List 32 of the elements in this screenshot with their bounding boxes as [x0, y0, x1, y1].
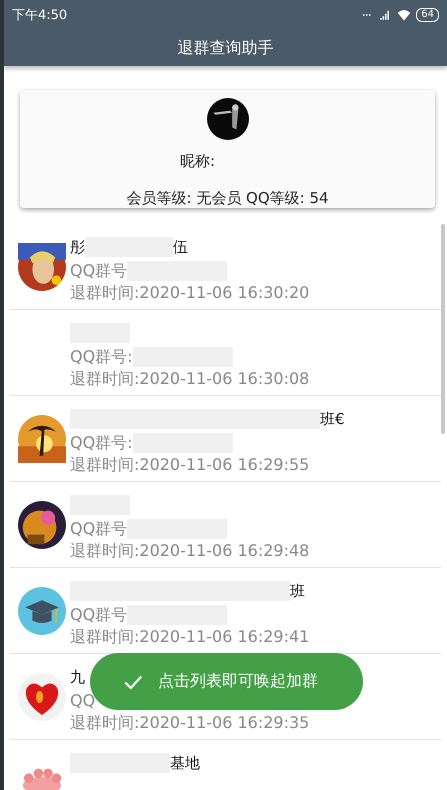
quit-time: 退群时间:2020-11-06 16:29:48 [70, 540, 310, 562]
quit-time: 退群时间:2020-11-06 16:30:20 [70, 282, 310, 304]
group-row[interactable]: 班€ QQ群号: 退群时间:2020-11-06 16:29:55 [10, 396, 441, 482]
nickname-label: 昵称: [180, 152, 216, 171]
group-number-label: QQ [70, 690, 96, 712]
toast-message: 点击列表即可唤起加群 [158, 671, 318, 692]
group-name: 彤 [70, 238, 85, 256]
clock-time: 下午4:50 [12, 7, 68, 24]
quit-time: 退群时间:2020-11-06 16:29:35 [70, 712, 310, 734]
group-number-label: QQ群号 [70, 518, 128, 540]
group-row[interactable]: 彤 伍 QQ群号 退群时间:2020-11-06 16:30:20 [10, 224, 441, 310]
scrollbar[interactable] [441, 224, 445, 434]
quit-time: 退群时间:2020-11-06 16:29:41 [70, 626, 310, 648]
app-title: 退群查询助手 [178, 38, 274, 58]
group-name: 班€ [320, 410, 345, 428]
group-number-label: QQ群号: [70, 432, 133, 454]
level-info: 会员等级: 无会员 QQ等级: 54 [126, 189, 329, 208]
group-number-label: QQ群号 [70, 260, 128, 282]
quit-time: 退群时间:2020-11-06 16:30:08 [70, 368, 310, 390]
group-row[interactable]: 基地 [10, 740, 441, 790]
group-name: 班 [290, 582, 305, 600]
wifi-icon [396, 8, 412, 22]
quit-time: 退群时间:2020-11-06 16:29:55 [70, 454, 310, 476]
group-name: 伍 [173, 238, 188, 256]
group-number-label: QQ群号 [70, 604, 128, 626]
group-row[interactable]: 班 QQ群号 退群时间:2020-11-06 16:29:41 [10, 568, 441, 654]
group-name: 基地 [170, 754, 200, 772]
group-number-label: QQ群号: [70, 346, 133, 368]
group-name: 九 [70, 668, 85, 686]
group-row[interactable]: QQ群号: 退群时间:2020-11-06 16:30:08 [10, 310, 441, 396]
group-row[interactable]: QQ群号 退群时间:2020-11-06 16:29:48 [10, 482, 441, 568]
battery-level: 64 [416, 8, 439, 22]
